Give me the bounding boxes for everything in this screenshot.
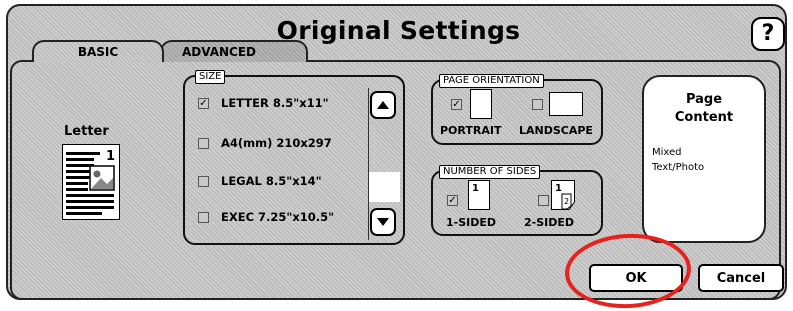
size-legal-label[interactable]: LEGAL 8.5"x14" xyxy=(221,174,322,188)
size-a4-checkbox[interactable] xyxy=(198,138,209,149)
page-content-title-line1: Page xyxy=(685,92,723,107)
page-content-value: Mixed Text/Photo xyxy=(652,145,762,175)
svg-text:1: 1 xyxy=(472,183,479,194)
sides-group-caption: NUMBER OF SIDES xyxy=(439,165,541,179)
portrait-checkbox[interactable]: ✓ xyxy=(451,99,462,110)
scroll-down-button[interactable] xyxy=(370,208,396,236)
preview-label: Letter xyxy=(64,124,109,139)
svg-text:1: 1 xyxy=(106,149,115,164)
one-sided-page-icon: 1 xyxy=(468,180,490,210)
page-content-title: Page Content xyxy=(644,91,764,127)
tab-basic-label: BASIC xyxy=(77,45,119,59)
size-a4-label[interactable]: A4(mm) 210x297 xyxy=(221,136,332,150)
size-letter-checkbox[interactable]: ✓ xyxy=(198,98,209,109)
page-content-value-line2: Text/Photo xyxy=(652,162,705,173)
help-icon: ? xyxy=(761,21,775,46)
two-sided-checkbox[interactable] xyxy=(538,195,549,206)
size-group-caption: SIZE xyxy=(195,70,226,84)
help-button[interactable]: ? xyxy=(751,17,785,51)
two-sided-label[interactable]: 2-SIDED xyxy=(524,216,574,229)
page-content-value-line1: Mixed xyxy=(652,147,682,158)
checkmark-icon: ✓ xyxy=(448,194,457,206)
landscape-page-icon xyxy=(549,92,583,116)
tab-advanced[interactable]: ADVANCED xyxy=(160,40,308,62)
document-preview-icon: 1 xyxy=(62,144,120,220)
portrait-page-icon xyxy=(470,89,492,119)
tab-advanced-label: ADVANCED xyxy=(181,45,256,59)
size-legal-checkbox[interactable] xyxy=(198,176,209,187)
arrow-down-icon xyxy=(377,218,389,226)
page-content-title-line2: Content xyxy=(674,110,734,125)
arrow-up-icon xyxy=(377,101,389,109)
size-exec-checkbox[interactable] xyxy=(198,212,209,223)
svg-text:2: 2 xyxy=(564,197,569,206)
landscape-checkbox[interactable] xyxy=(532,99,543,110)
tab-basic[interactable]: BASIC xyxy=(32,40,164,62)
cancel-button[interactable]: Cancel xyxy=(698,264,784,292)
checkmark-icon: ✓ xyxy=(452,98,461,110)
portrait-label[interactable]: PORTRAIT xyxy=(440,124,501,137)
orientation-group-caption: PAGE ORIENTATION xyxy=(439,74,544,88)
one-sided-checkbox[interactable]: ✓ xyxy=(447,195,458,206)
scroll-up-button[interactable] xyxy=(370,91,396,119)
one-sided-label[interactable]: 1-SIDED xyxy=(446,216,496,229)
svg-text:1: 1 xyxy=(555,183,562,194)
two-sided-page-icon: 1 2 xyxy=(551,180,575,210)
page-content-button[interactable]: Page Content Mixed Text/Photo xyxy=(642,75,766,243)
size-exec-label[interactable]: EXEC 7.25"x10.5" xyxy=(221,210,334,224)
size-letter-label[interactable]: LETTER 8.5"x11" xyxy=(221,96,329,110)
checkmark-icon: ✓ xyxy=(199,97,208,109)
landscape-label[interactable]: LANDSCAPE xyxy=(519,124,593,137)
scrollbar-thumb[interactable] xyxy=(368,172,400,202)
